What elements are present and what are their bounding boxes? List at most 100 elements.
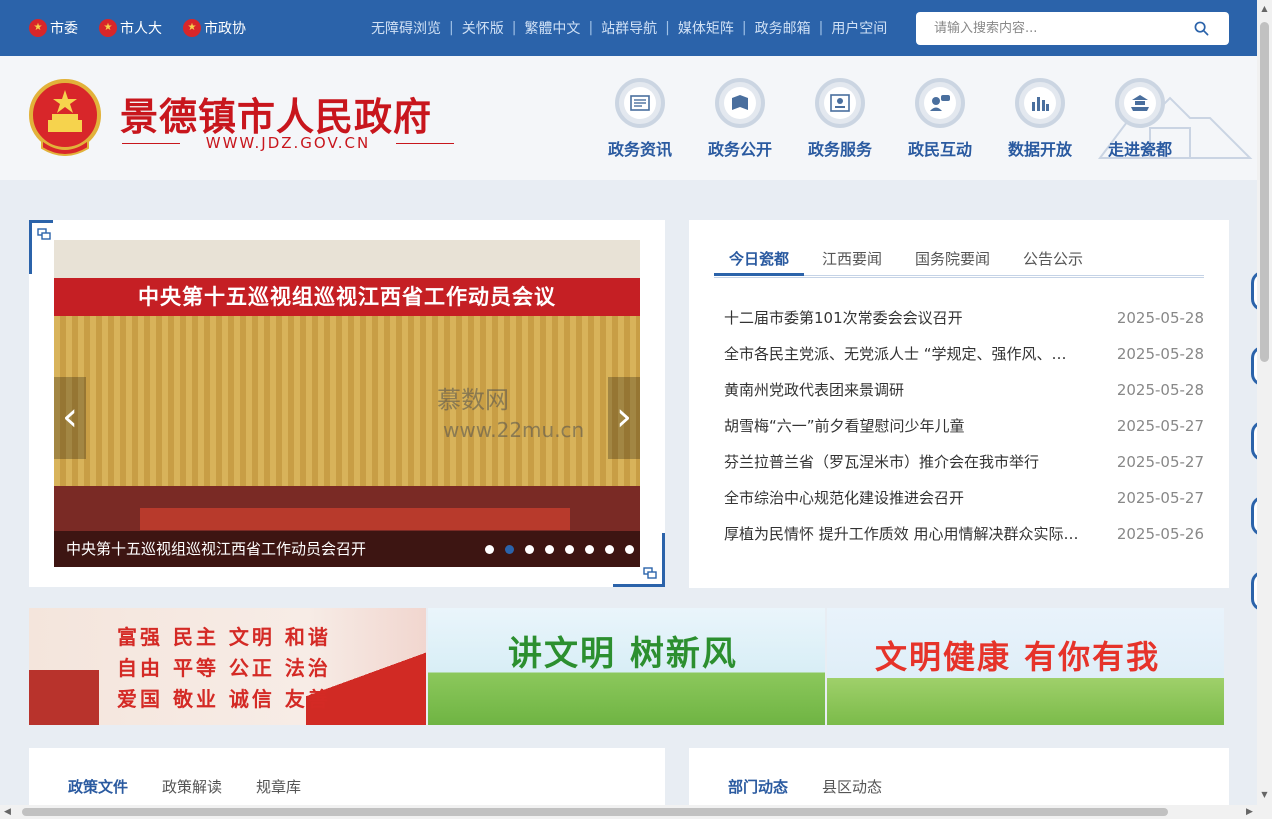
search-icon[interactable] xyxy=(1194,21,1209,36)
link-user-space[interactable]: 用户空间 xyxy=(831,18,887,38)
scroll-up-arrow-icon[interactable]: ▲ xyxy=(1260,4,1269,14)
civility-banner[interactable]: 讲文明 树新风 xyxy=(428,608,825,725)
list-item[interactable]: 芬兰拉普兰省（罗瓦涅米市）推介会在我市举行 2025-05-27 xyxy=(724,451,1204,487)
watermark: 慕数网 www.22mu.cn xyxy=(437,380,640,443)
list-item[interactable]: 黄南州党政代表团来景调研 2025-05-28 xyxy=(724,379,1204,415)
news-title[interactable]: 芬兰拉普兰省（罗瓦涅米市）推介会在我市举行 xyxy=(724,451,1102,487)
link-media-matrix[interactable]: 媒体矩阵 xyxy=(678,18,734,38)
carousel-dot[interactable] xyxy=(505,545,514,554)
national-emblem-icon xyxy=(99,19,117,37)
health-banner[interactable]: 文明健康 有你有我 xyxy=(827,608,1224,725)
bar-chart-icon xyxy=(1032,97,1049,111)
news-date: 2025-05-28 xyxy=(1116,345,1204,363)
org-label: 市政协 xyxy=(204,21,246,37)
carousel-dot[interactable] xyxy=(545,545,554,554)
news-list: 十二届市委第101次常委会会议召开 2025-05-28 全市各民主党派、无党派人… xyxy=(724,307,1204,559)
news-date: 2025-05-28 xyxy=(1116,381,1204,399)
nav-interaction[interactable]: 政民互动 xyxy=(890,78,990,160)
tab-policy-documents[interactable]: 政策文件 xyxy=(68,776,128,797)
watermark-url: www.22mu.cn xyxy=(443,418,585,442)
news-title[interactable]: 全市各民主党派、无党派人士 “学规定、强作风、… xyxy=(724,343,1102,379)
news-title[interactable]: 胡雪梅“六一”前夕看望慰问少年儿童 xyxy=(724,415,1102,451)
carousel-dot[interactable] xyxy=(585,545,594,554)
link-traditional-chinese[interactable]: 繁體中文 xyxy=(524,18,580,38)
dept-panel: 部门动态 县区动态 xyxy=(689,748,1229,808)
scroll-down-arrow-icon[interactable]: ▼ xyxy=(1260,790,1269,800)
nav-open-data[interactable]: 数据开放 xyxy=(990,78,1090,160)
list-item[interactable]: 胡雪梅“六一”前夕看望慰问少年儿童 2025-05-27 xyxy=(724,415,1204,451)
policy-tabs: 政策文件 政策解读 规章库 xyxy=(68,776,335,797)
tab-county-news[interactable]: 县区动态 xyxy=(822,776,882,797)
list-item[interactable]: 全市综治中心规范化建设推进会召开 2025-05-27 xyxy=(724,487,1204,523)
core-values-banner[interactable]: 富强 民主 文明 和谐 自由 平等 公正 法治 爱国 敬业 诚信 友善 xyxy=(29,608,426,725)
site-domain: WWW.JDZ.GOV.CN xyxy=(122,134,454,152)
link-site-navigation[interactable]: 站群导航 xyxy=(601,18,657,38)
news-title[interactable]: 十二届市委第101次常委会会议召开 xyxy=(724,307,1102,343)
news-title[interactable]: 厚植为民情怀 提升工作质效 用心用情解决群众实际… xyxy=(724,523,1102,559)
national-emblem-logo[interactable] xyxy=(28,78,102,156)
carousel-slide[interactable]: 中央第十五巡视组巡视江西省工作动员会议 中央第十五巡视组巡视江西省工作动员会召开… xyxy=(54,240,640,567)
scrollbar-thumb[interactable] xyxy=(1260,22,1269,362)
horizontal-scrollbar[interactable]: ◀ ▶ xyxy=(0,805,1272,819)
org-label: 市人大 xyxy=(120,21,162,37)
org-link-npc[interactable]: 市人大 xyxy=(99,0,162,56)
tab-policy-interpretation[interactable]: 政策解读 xyxy=(162,776,222,797)
news-tabs: 今日瓷都 江西要闻 国务院要闻 公告公示 xyxy=(714,248,1204,278)
tab-state-council-news[interactable]: 国务院要闻 xyxy=(900,248,1005,276)
values-line: 爱国 敬业 诚信 友善 xyxy=(117,687,331,711)
corner-decoration xyxy=(613,533,665,587)
link-accessibility[interactable]: 无障碍浏览 xyxy=(371,18,441,38)
list-item[interactable]: 十二届市委第101次常委会会议召开 2025-05-28 xyxy=(724,307,1204,343)
link-gov-mail[interactable]: 政务邮箱 xyxy=(755,18,811,38)
news-date: 2025-05-26 xyxy=(1116,525,1204,543)
news-date: 2025-05-27 xyxy=(1116,453,1204,471)
tab-today-jdz[interactable]: 今日瓷都 xyxy=(714,248,805,276)
main-nav: 政务资讯 政务公开 政务服务 政民互动 数据开放 走进瓷都 xyxy=(590,78,1190,160)
vertical-scrollbar[interactable]: ▲ ▼ xyxy=(1257,0,1272,805)
news-date: 2025-05-27 xyxy=(1116,489,1204,507)
link-care-version[interactable]: 关怀版 xyxy=(462,18,504,38)
values-line: 自由 平等 公正 法治 xyxy=(117,656,331,680)
nav-porcelain-city[interactable]: 走进瓷都 xyxy=(1090,78,1190,160)
carousel-prev-button[interactable]: ‹ xyxy=(54,377,86,459)
photo-carousel: 中央第十五巡视组巡视江西省工作动员会议 中央第十五巡视组巡视江西省工作动员会召开… xyxy=(29,220,665,587)
carousel-dot[interactable] xyxy=(525,545,534,554)
carousel-dot[interactable] xyxy=(485,545,494,554)
list-item[interactable]: 厚植为民情怀 提升工作质效 用心用情解决群众实际… 2025-05-26 xyxy=(724,523,1204,559)
org-label: 市委 xyxy=(50,21,78,37)
org-link-cppcc[interactable]: 市政协 xyxy=(183,0,246,56)
site-header: 景德镇市人民政府 WWW.JDZ.GOV.CN 政务资讯 政务公开 政务服务 政… xyxy=(0,56,1257,180)
news-title[interactable]: 全市综治中心规范化建设推进会召开 xyxy=(724,487,1102,523)
tab-jiangxi-news[interactable]: 江西要闻 xyxy=(807,248,897,276)
civility-slogan: 讲文明 树新风 xyxy=(508,634,738,674)
slide-banner-text: 中央第十五巡视组巡视江西省工作动员会议 xyxy=(54,278,640,316)
carousel-dot[interactable] xyxy=(565,545,574,554)
news-date: 2025-05-27 xyxy=(1116,417,1204,435)
chat-user-icon xyxy=(930,95,950,111)
tiananmen-decoration xyxy=(29,670,99,725)
top-bar: 市委 市人大 市政协 无障碍浏览 | 关怀版 | 繁體中文 | 站群导航 | 媒… xyxy=(0,0,1257,56)
scrollbar-thumb[interactable] xyxy=(22,808,1168,816)
tab-announcements[interactable]: 公告公示 xyxy=(1008,248,1098,276)
search-input[interactable] xyxy=(934,12,1184,45)
health-slogan: 文明健康 有你有我 xyxy=(875,638,1161,676)
tab-regulations[interactable]: 规章库 xyxy=(256,776,301,797)
list-item[interactable]: 全市各民主党派、无党派人士 “学规定、强作风、… 2025-05-28 xyxy=(724,343,1204,379)
news-title[interactable]: 黄南州党政代表团来景调研 xyxy=(724,379,1102,415)
org-link-party-committee[interactable]: 市委 xyxy=(29,0,78,56)
tab-dept-news[interactable]: 部门动态 xyxy=(728,776,788,797)
policy-panel: 政策文件 政策解读 规章库 xyxy=(29,748,665,808)
nav-gov-service[interactable]: 政务服务 xyxy=(790,78,890,160)
corner-decoration xyxy=(29,220,53,274)
carousel-dots xyxy=(474,545,634,554)
site-title[interactable]: 景德镇市人民政府 xyxy=(120,86,432,141)
scroll-right-arrow-icon[interactable]: ▶ xyxy=(1246,807,1253,817)
book-icon xyxy=(732,95,748,110)
nav-gov-disclosure[interactable]: 政务公开 xyxy=(690,78,790,160)
windows-icon xyxy=(37,228,51,240)
scroll-left-arrow-icon[interactable]: ◀ xyxy=(4,807,11,817)
values-line: 富强 民主 文明 和谐 xyxy=(117,625,331,649)
news-panel: 今日瓷都 江西要闻 国务院要闻 公告公示 十二届市委第101次常委会会议召开 20… xyxy=(689,220,1229,588)
nav-gov-news[interactable]: 政务资讯 xyxy=(590,78,690,160)
party-emblem-icon xyxy=(29,19,47,37)
